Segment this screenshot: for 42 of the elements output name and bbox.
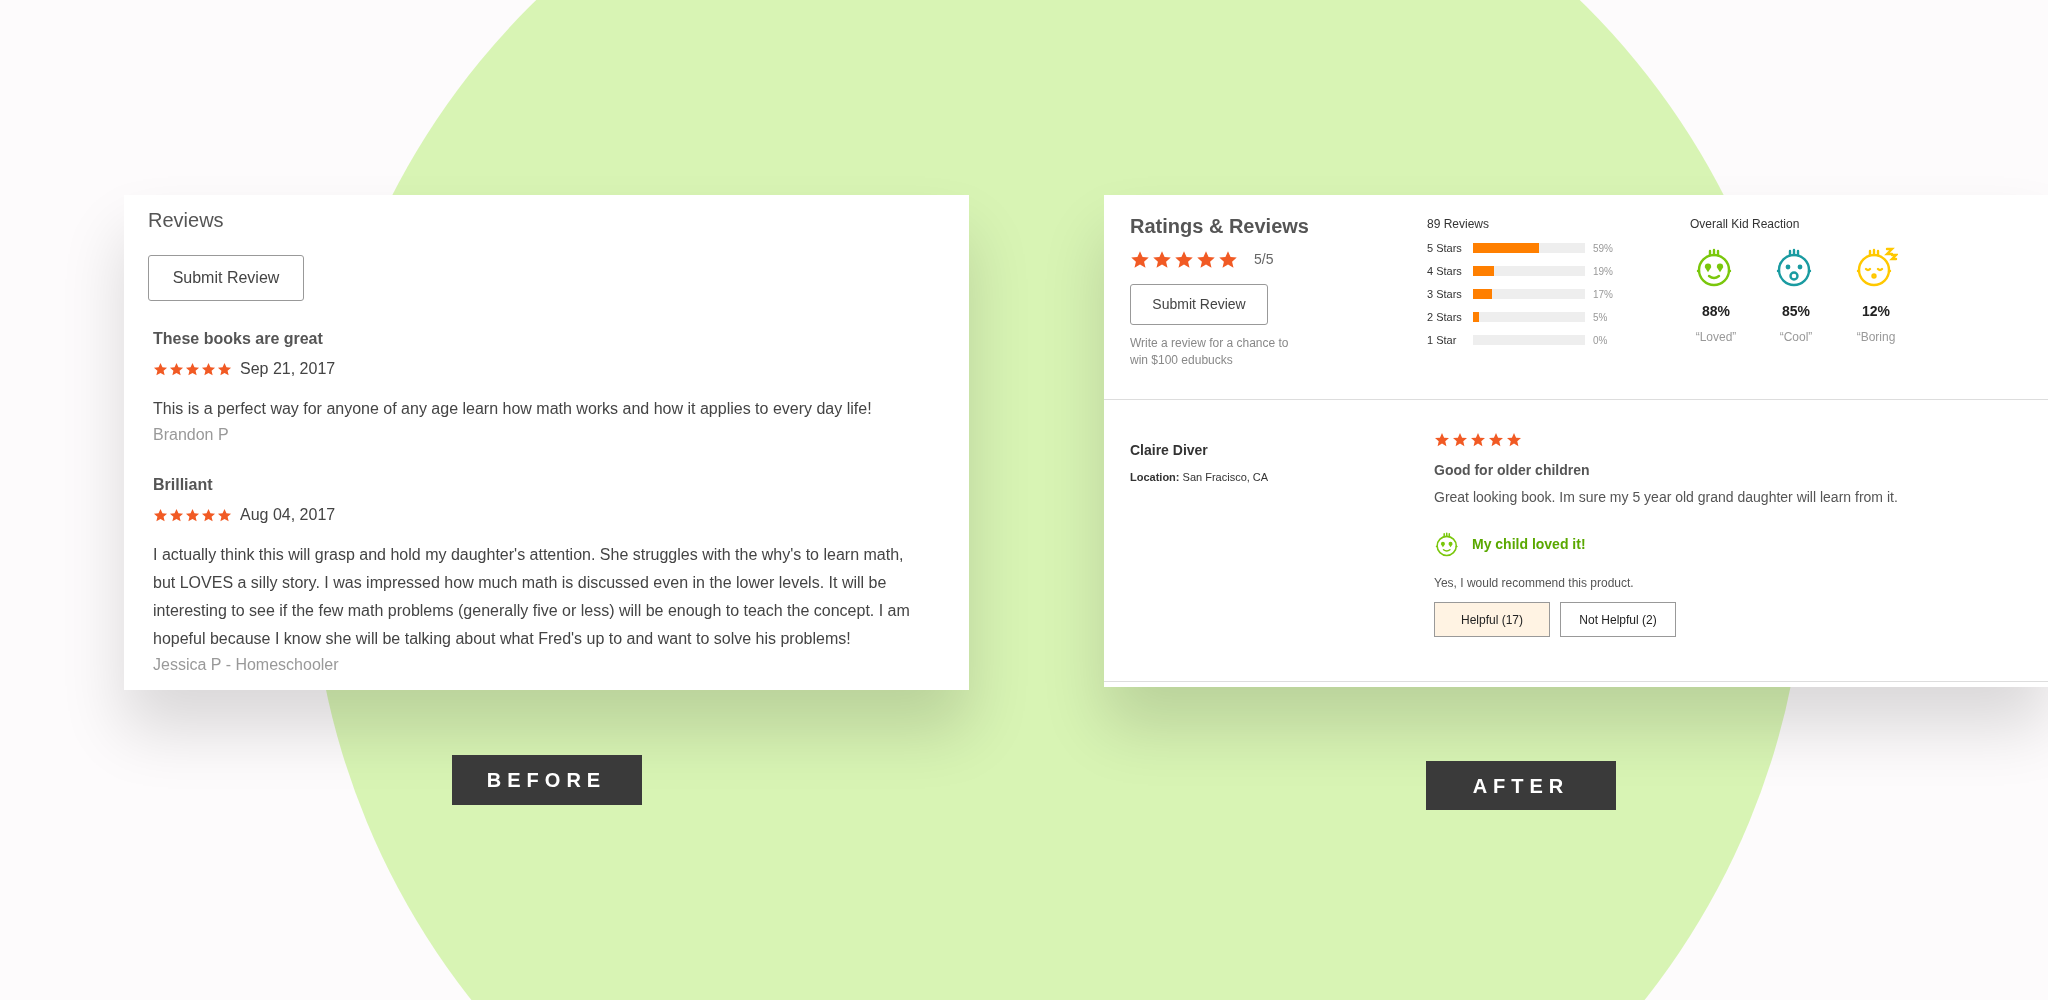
section-title: Reviews <box>148 208 225 233</box>
rating-percent: 19% <box>1593 264 1613 279</box>
rating-label: 2 Stars <box>1427 309 1463 325</box>
reviews-count: 89 Reviews <box>1427 216 1491 233</box>
review-title: Brilliant <box>153 475 214 495</box>
helpful-button[interactable]: Helpful (17) <box>1434 602 1550 637</box>
rating-percent: 0% <box>1593 333 1608 348</box>
submit-note: Write a review for a chance to win $100 edubucks <box>1130 335 1290 369</box>
rating-label: 3 Stars <box>1427 286 1463 302</box>
review-author: Brandon P <box>153 425 230 445</box>
rating-label: 4 Stars <box>1427 263 1463 279</box>
reaction-title: Overall Kid Reaction <box>1690 216 1801 233</box>
reaction-label: “Boring <box>1856 329 1896 346</box>
reviewer-name: Claire Diver <box>1130 441 1209 460</box>
reaction-percent: 85% <box>1782 302 1810 321</box>
review-author: Jessica P - Homeschooler <box>153 655 340 675</box>
recommend-text: Yes, I would recommend this product. <box>1434 575 1635 592</box>
review-text: Great looking book. Im sure my 5 year old grand daughter will learn from it. <box>1434 488 1898 507</box>
reaction-label: “Cool” <box>1779 329 1813 346</box>
rating-label: 1 Star <box>1427 332 1458 348</box>
review-text: This is a perfect way for anyone of any age learn how math works and how it applies to every day life! <box>153 399 873 419</box>
submit-review-button[interactable]: Submit Review <box>148 255 304 301</box>
review-date: Aug 04, 2017 <box>240 505 336 525</box>
rating-score: 5/5 <box>1254 250 1274 269</box>
submit-review-button[interactable]: Submit Review <box>1130 284 1268 325</box>
review-title: Good for older children <box>1434 461 1591 480</box>
reaction-label: “Loved” <box>1695 329 1737 346</box>
after-label: AFTER <box>1426 761 1616 810</box>
reaction-text: My child loved it! <box>1472 534 1586 554</box>
rating-percent: 17% <box>1593 287 1613 302</box>
review-title: These books are great <box>153 329 324 349</box>
not-helpful-button[interactable]: Not Helpful (2) <box>1560 602 1676 637</box>
reaction-percent: 88% <box>1702 302 1730 321</box>
rating-percent: 5% <box>1593 310 1608 325</box>
section-title: Ratings & Reviews <box>1130 214 1310 239</box>
review-date: Sep 21, 2017 <box>240 359 336 379</box>
reaction-percent: 12% <box>1862 302 1890 321</box>
before-label: BEFORE <box>451 755 642 805</box>
review-text: I actually think this will grasp and hold my daughter's attention. She struggles with the why's to learn math, but LOVES a silly story. I was impressed how much math is discussed even in the lower levels. It will be interesting to see if the few math problems (generally five or less) will be enough to teach the concept. I am hopeful because I know she will be talking about what Fred's up to and want to solve his problems! <box>153 545 911 649</box>
rating-label: 5 Stars <box>1427 240 1463 256</box>
rating-percent: 59% <box>1593 241 1613 256</box>
reviewer-location: Location: San Fracisco, CA <box>1130 470 1270 485</box>
